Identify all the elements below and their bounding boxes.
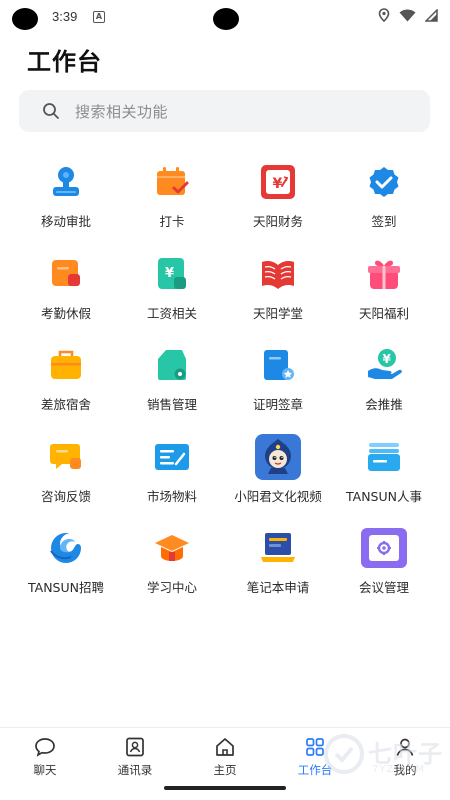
tab-label: 通讯录 xyxy=(117,763,153,777)
app-grid: 移动审批 打卡 ¥ 天阳财务 签到 考勤休假 ¥ 工资相关 天阳学堂 天阳福利 … xyxy=(13,164,437,622)
tab-chat[interactable]: 聊天 xyxy=(0,728,90,800)
material-card-icon xyxy=(154,439,190,475)
status-bar: 3:39 A xyxy=(0,0,450,34)
app-label: 咨询反馈 xyxy=(40,488,91,504)
svg-text:¥: ¥ xyxy=(273,176,283,192)
app-check-in[interactable]: 签到 xyxy=(331,164,437,256)
checkin-badge-icon xyxy=(366,164,402,200)
salary-yen-icon: ¥ xyxy=(154,256,190,292)
notification-icon: A xyxy=(93,11,105,23)
app-tianyang-welfare[interactable]: 天阳福利 xyxy=(331,256,437,348)
svg-text:¥: ¥ xyxy=(165,266,174,281)
page-title: 工作台 xyxy=(27,48,102,76)
open-book-icon xyxy=(260,256,296,292)
leave-card-icon xyxy=(48,256,84,292)
app-tianyang-finance[interactable]: ¥ 天阳财务 xyxy=(225,164,331,256)
approval-stamp-icon xyxy=(48,164,84,200)
app-clock-in[interactable]: 打卡 xyxy=(119,164,225,256)
app-label: 笔记本申请 xyxy=(246,580,310,595)
app-label: TANSUN人事 xyxy=(345,488,422,504)
gift-box-icon xyxy=(366,256,402,292)
hand-yen-icon: ¥ xyxy=(366,347,402,383)
app-label: 会议管理 xyxy=(358,580,409,595)
tab-label: 主页 xyxy=(213,763,237,777)
app-label: 小阳君文化视频 xyxy=(234,488,322,504)
app-tianyang-academy[interactable]: 天阳学堂 xyxy=(225,256,331,348)
app-consult-feedback[interactable]: 咨询反馈 xyxy=(13,439,119,531)
camera-cutout-left xyxy=(12,8,38,30)
calendar-check-icon xyxy=(154,164,190,200)
app-label: 天阳学堂 xyxy=(252,305,303,321)
app-label: 销售管理 xyxy=(146,397,197,412)
app-market-materials[interactable]: 市场物料 xyxy=(119,439,225,531)
app-label: 市场物料 xyxy=(146,488,197,504)
home-icon xyxy=(214,736,236,758)
grid-icon xyxy=(304,736,326,758)
app-label: 天阳财务 xyxy=(252,214,303,229)
app-certificate-seal[interactable]: 证明签章 xyxy=(225,347,331,439)
app-meeting-management[interactable]: 会议管理 xyxy=(331,528,437,622)
app-tansun-hr[interactable]: TANSUN人事 xyxy=(331,439,437,531)
app-attendance-leave[interactable]: 考勤休假 xyxy=(13,256,119,348)
app-travel-dorm[interactable]: 差旅宿舍 xyxy=(13,347,119,439)
home-indicator[interactable] xyxy=(164,786,286,790)
app-label: 工资相关 xyxy=(146,305,197,321)
app-label: 打卡 xyxy=(159,214,185,229)
graduation-cap-icon xyxy=(154,530,190,566)
app-label: TANSUN招聘 xyxy=(27,580,104,595)
app-laptop-apply[interactable]: 笔记本申请 xyxy=(225,530,331,622)
app-label: 考勤休假 xyxy=(40,305,91,321)
finance-yen-icon: ¥ xyxy=(260,164,296,200)
tab-label: 聊天 xyxy=(33,763,57,777)
app-culture-video[interactable]: 小阳君文化视频 xyxy=(225,433,331,531)
mascot-video-icon xyxy=(255,433,301,480)
svg-text:¥: ¥ xyxy=(383,352,392,366)
app-label: 证明签章 xyxy=(252,397,303,412)
app-mobile-approval[interactable]: 移动审批 xyxy=(13,164,119,256)
profile-icon xyxy=(394,736,416,758)
contacts-icon xyxy=(124,736,146,758)
camera-cutout xyxy=(213,8,239,30)
app-learning-center[interactable]: 学习中心 xyxy=(119,530,225,622)
search-icon xyxy=(41,101,61,121)
app-label: 签到 xyxy=(371,214,397,229)
chat-feedback-icon xyxy=(48,439,84,475)
travel-bag-icon xyxy=(48,347,84,383)
app-label: 会推推 xyxy=(365,397,403,412)
app-hui-tui-tui[interactable]: ¥ 会推推 xyxy=(331,347,437,439)
search-input[interactable]: 搜索相关功能 xyxy=(75,101,168,122)
wifi-icon xyxy=(399,8,416,21)
meeting-safe-icon xyxy=(361,528,407,568)
chat-bubble-icon xyxy=(34,736,56,758)
hr-folder-icon xyxy=(366,439,402,475)
app-label: 学习中心 xyxy=(146,580,197,595)
laptop-apply-icon xyxy=(260,530,296,566)
app-label: 差旅宿舍 xyxy=(40,397,91,412)
status-icons xyxy=(378,8,438,22)
certificate-seal-icon xyxy=(260,347,296,383)
location-icon xyxy=(378,8,390,22)
app-label: 移动审批 xyxy=(40,214,91,229)
tab-label: 工作台 xyxy=(297,763,333,777)
app-salary[interactable]: ¥ 工资相关 xyxy=(119,256,225,348)
sales-tag-icon xyxy=(154,347,190,383)
app-label: 天阳福利 xyxy=(358,305,409,321)
signal-icon xyxy=(425,8,438,22)
search-bar[interactable]: 搜索相关功能 xyxy=(19,90,430,132)
status-time: 3:39 xyxy=(52,9,78,24)
tab-label: 我的 xyxy=(393,763,417,777)
recruit-wave-icon xyxy=(48,530,84,566)
tab-profile[interactable]: 我的 xyxy=(360,728,450,800)
app-sales-management[interactable]: 销售管理 xyxy=(119,347,225,439)
app-tansun-recruit[interactable]: TANSUN招聘 xyxy=(13,530,119,622)
